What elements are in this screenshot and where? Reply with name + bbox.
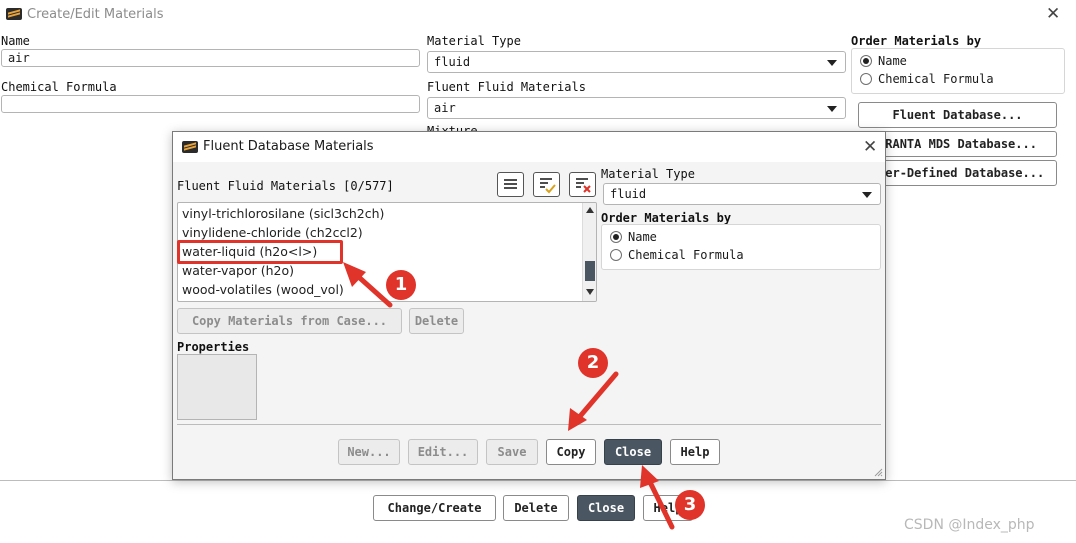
annotation-badge-2: 2: [578, 348, 608, 378]
annotation-badge-3: 3: [675, 490, 705, 520]
annotation-arrows: [343, 262, 675, 530]
annotation-badge-1: 1: [386, 270, 416, 300]
csdn-watermark: CSDN @Index_php: [904, 517, 1035, 533]
